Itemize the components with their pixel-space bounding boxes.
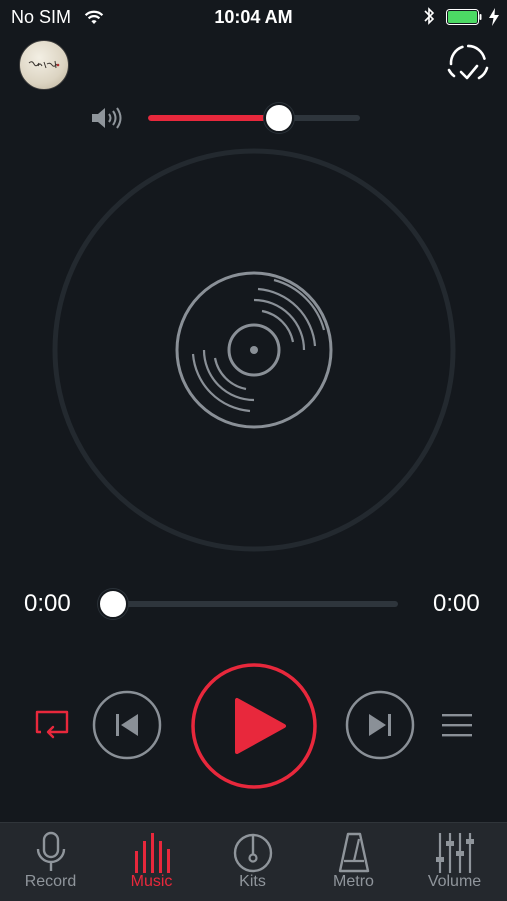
- vinyl-record-icon: [175, 271, 333, 429]
- tab-record[interactable]: Record: [0, 823, 101, 901]
- cloud-sync-button[interactable]: [443, 42, 493, 88]
- tab-label: Record: [24, 873, 77, 890]
- tab-music[interactable]: Music: [101, 823, 202, 901]
- avatar-calligraphy-image: [28, 60, 60, 69]
- previous-track-button[interactable]: [92, 690, 162, 760]
- elapsed-time: 0:00: [24, 590, 71, 617]
- tab-kits[interactable]: Kits: [202, 823, 303, 901]
- tab-bar: Record Music Kits Metro Volume: [0, 822, 507, 901]
- tab-metro[interactable]: Metro: [303, 823, 404, 901]
- speaker-icon: [92, 107, 122, 129]
- tab-label: Volume: [427, 873, 482, 890]
- tab-label: Metro: [333, 873, 374, 890]
- playlist-menu-icon[interactable]: [440, 710, 474, 740]
- tab-volume[interactable]: Volume: [404, 823, 505, 901]
- status-bar: No SIM 10:04 AM: [0, 0, 507, 34]
- metronome-icon: [338, 832, 369, 873]
- repeat-button[interactable]: [33, 706, 71, 744]
- tab-label: Music: [130, 873, 173, 890]
- charging-bolt-icon: [489, 8, 499, 26]
- progress-slider-thumb[interactable]: [98, 589, 128, 619]
- volume-slider-thumb[interactable]: [264, 103, 295, 133]
- play-button[interactable]: [190, 662, 318, 790]
- progress-slider-track[interactable]: [113, 601, 398, 607]
- tab-label: Kits: [239, 873, 266, 890]
- volume-slider-track[interactable]: [148, 115, 360, 121]
- mixer-sliders-icon: [435, 833, 474, 873]
- bluetooth-icon: [424, 7, 435, 25]
- microphone-icon: [36, 831, 65, 871]
- equalizer-bars-icon: [134, 833, 170, 873]
- battery-icon: [446, 9, 482, 25]
- drum-icon: [233, 833, 272, 873]
- next-track-button[interactable]: [345, 690, 415, 760]
- avatar[interactable]: [19, 40, 69, 90]
- total-time: 0:00: [433, 590, 480, 617]
- volume-slider-fill: [148, 115, 280, 121]
